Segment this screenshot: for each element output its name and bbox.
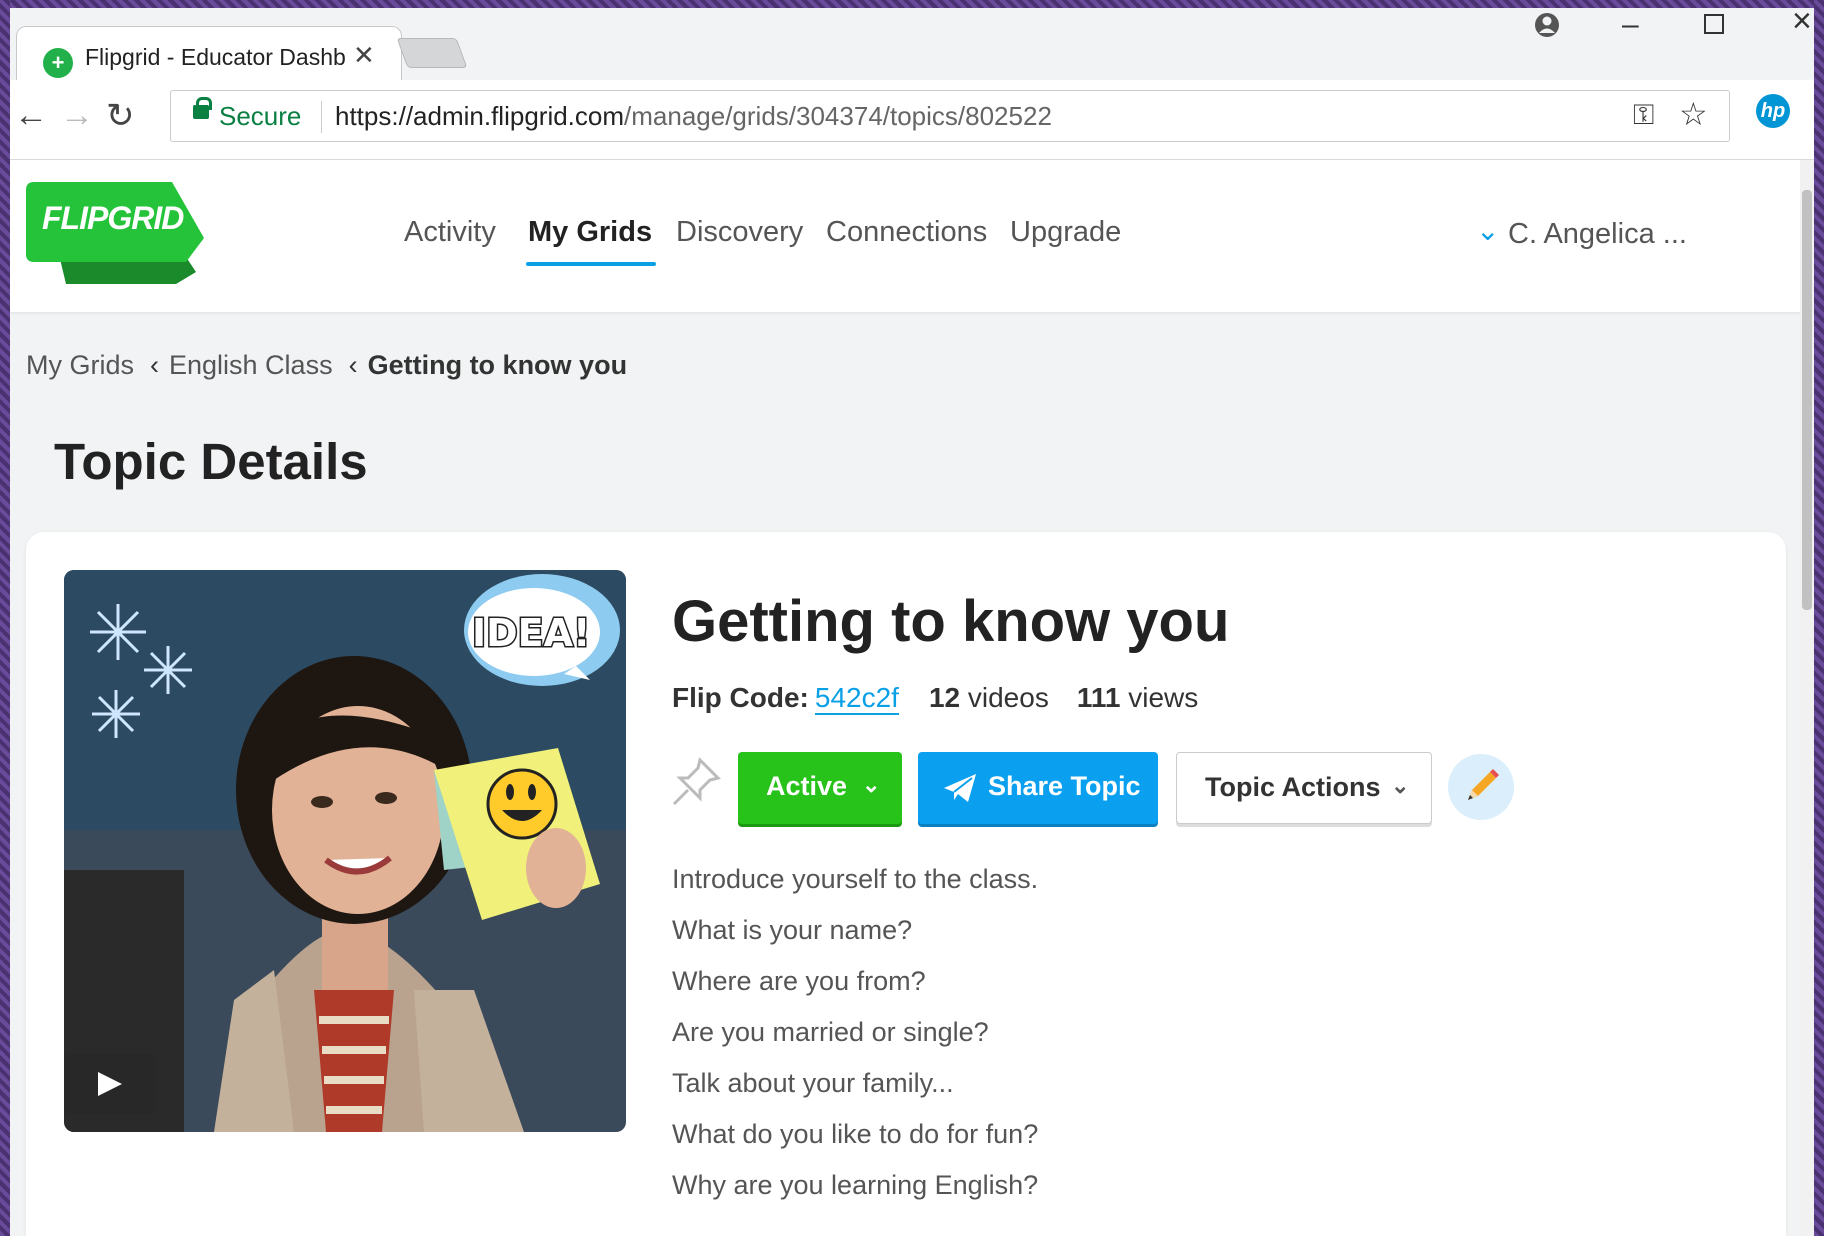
browser-window: + Flipgrid - Educator Dashb ✕ – × ← → ↻ …: [10, 8, 1814, 1236]
key-icon[interactable]: ⚿: [1633, 99, 1654, 132]
description-line: What is your name?: [672, 915, 913, 945]
edit-topic-button[interactable]: [1448, 754, 1514, 820]
breadcrumb-english-class[interactable]: English Class: [169, 350, 333, 380]
topic-meta: Flip Code: 542c2f 12 videos 111 views: [672, 682, 1199, 715]
chevron-down-icon: ⌄: [1391, 773, 1410, 798]
star-icon[interactable]: ☆: [1679, 95, 1708, 133]
new-tab-button[interactable]: [396, 38, 468, 68]
breadcrumb-my-grids[interactable]: My Grids: [26, 350, 134, 380]
logo-text: FLIPGRID: [42, 200, 184, 236]
thumbnail-image: IDEA!: [64, 570, 626, 1132]
browser-tab[interactable]: + Flipgrid - Educator Dashb ✕: [16, 26, 402, 82]
site-header: FLIPGRID Activity My Grids Discovery Con…: [10, 160, 1814, 312]
flipgrid-logo[interactable]: FLIPGRID: [26, 182, 216, 290]
thumbnail-idea-text: IDEA!: [472, 611, 590, 655]
description-line: Are you married or single?: [672, 1017, 989, 1047]
chevron-left-icon: ‹: [348, 350, 358, 380]
address-bar[interactable]: Secure https://admin.flipgrid.com/manage…: [170, 90, 1730, 142]
topic-title: Getting to know you: [672, 589, 1230, 654]
nav-active-underline: [526, 262, 656, 266]
topic-description: Introduce yourself to the class. What is…: [672, 854, 1038, 1211]
description-line: Introduce yourself to the class.: [672, 864, 1039, 894]
pin-icon[interactable]: [670, 754, 724, 808]
minimize-icon[interactable]: –: [1622, 8, 1652, 41]
topic-card: IDEA! Getting to know you Flip Code: 542…: [26, 532, 1786, 1236]
videos-count: 12: [928, 682, 961, 713]
menu-icon[interactable]: ⋮: [1810, 94, 1814, 127]
maximize-icon[interactable]: [1704, 14, 1724, 34]
chevron-down-icon[interactable]: ⌄: [1476, 214, 1499, 247]
reload-icon[interactable]: ↻: [106, 96, 135, 136]
share-plane-icon: [944, 774, 976, 802]
back-icon[interactable]: ←: [14, 96, 48, 135]
status-active-button[interactable]: Active ⌄: [738, 752, 902, 824]
description-line: Talk about your family...: [672, 1068, 954, 1098]
url-text[interactable]: https://admin.flipgrid.com/manage/grids/…: [335, 101, 1052, 132]
status-active-label: Active: [766, 771, 848, 801]
url-scheme: https://: [335, 101, 414, 131]
videos-label: videos: [967, 682, 1049, 713]
breadcrumb: My Grids ‹ English Class ‹ Getting to know y…: [26, 350, 637, 381]
desktop-border-top: [0, 0, 1824, 8]
chevron-left-icon: ‹: [150, 350, 159, 380]
desktop-border-right: [1814, 0, 1824, 1236]
tab-title: Flipgrid - Educator Dashb: [85, 44, 345, 70]
nav-activity[interactable]: Activity: [404, 216, 496, 249]
url-host: admin.flipgrid.com: [413, 101, 625, 131]
nav-my-grids[interactable]: My Grids: [528, 216, 652, 249]
tab-strip: + Flipgrid - Educator Dashb ✕ – ×: [10, 8, 1814, 82]
flip-code-link[interactable]: 542c2f: [814, 682, 899, 715]
pencil-icon: [1468, 769, 1499, 800]
nav-upgrade[interactable]: Upgrade: [1010, 216, 1121, 249]
forward-icon[interactable]: →: [60, 96, 94, 135]
browser-toolbar: ← → ↻ Secure https://admin.flipgrid.com/…: [10, 80, 1814, 160]
nav-connections[interactable]: Connections: [826, 216, 987, 249]
flipgrid-favicon-icon: +: [43, 48, 73, 78]
description-line: Where are you from?: [672, 966, 926, 996]
nav-discovery[interactable]: Discovery: [676, 216, 803, 249]
profile-icon[interactable]: [1532, 10, 1562, 40]
page-scrollbar[interactable]: [1800, 160, 1814, 1236]
desktop-border-left: [0, 0, 10, 1236]
window-close-icon[interactable]: ×: [1792, 8, 1812, 41]
topic-actions-button[interactable]: Topic Actions ⌄: [1176, 752, 1432, 824]
description-line: What do you like to do for fun?: [672, 1119, 1039, 1149]
scrollbar-thumb[interactable]: [1802, 190, 1812, 610]
share-topic-label: Share Topic: [988, 771, 1141, 801]
flip-code-label: Flip Code:: [672, 682, 809, 713]
tab-close-icon[interactable]: ✕: [353, 40, 375, 71]
address-divider: [321, 101, 322, 133]
page-title: Topic Details: [54, 433, 368, 490]
views-count: 111: [1076, 682, 1121, 713]
description-line: Why are you learning English?: [672, 1170, 1039, 1200]
hp-icon[interactable]: hp: [1756, 94, 1790, 128]
breadcrumb-current: Getting to know you: [367, 350, 628, 380]
share-topic-button[interactable]: Share Topic: [918, 752, 1158, 824]
play-icon[interactable]: [64, 1054, 156, 1114]
secure-label: Secure: [219, 101, 302, 131]
user-menu[interactable]: C. Angelica ...: [1508, 218, 1687, 251]
chevron-down-icon: ⌄: [862, 772, 881, 797]
lock-icon: [193, 97, 212, 119]
url-path: /manage/grids/304374/topics/802522: [624, 101, 1052, 131]
topic-actions-label: Topic Actions: [1205, 772, 1381, 802]
topic-video-thumbnail[interactable]: IDEA!: [64, 570, 626, 1132]
views-label: views: [1128, 682, 1199, 713]
